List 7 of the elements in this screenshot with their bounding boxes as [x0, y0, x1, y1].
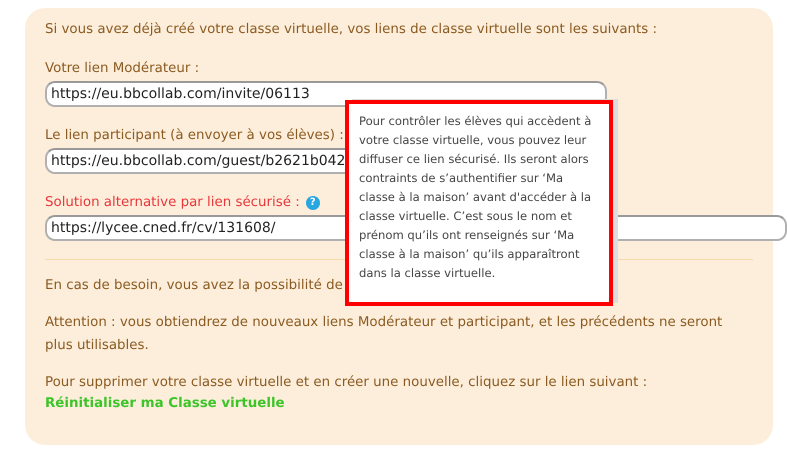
paragraph-text: Attention : vous obtiendrez de nouveaux liens Modérateur et participant, et les précédents ne seront plus utilisables. [45, 314, 724, 356]
intro-text: Si vous avez déjà créé votre classe virtuelle, vos liens de classe virtuelle sont les suivants : [45, 21, 658, 39]
paragraph-text: En cas de besoin, vous avez la possibilité de [45, 277, 344, 296]
paragraph-text: Pour supprimer votre classe virtuelle et en créer une nouvelle, cliquez sur le lien suivant : [45, 374, 648, 392]
field-label: Votre lien Modérateur : [45, 61, 200, 76]
field-label: Le lien participant (à envoyer à vos élèves) : [45, 128, 344, 144]
field-label: Solution alternative par lien sécurisé : [45, 195, 300, 210]
